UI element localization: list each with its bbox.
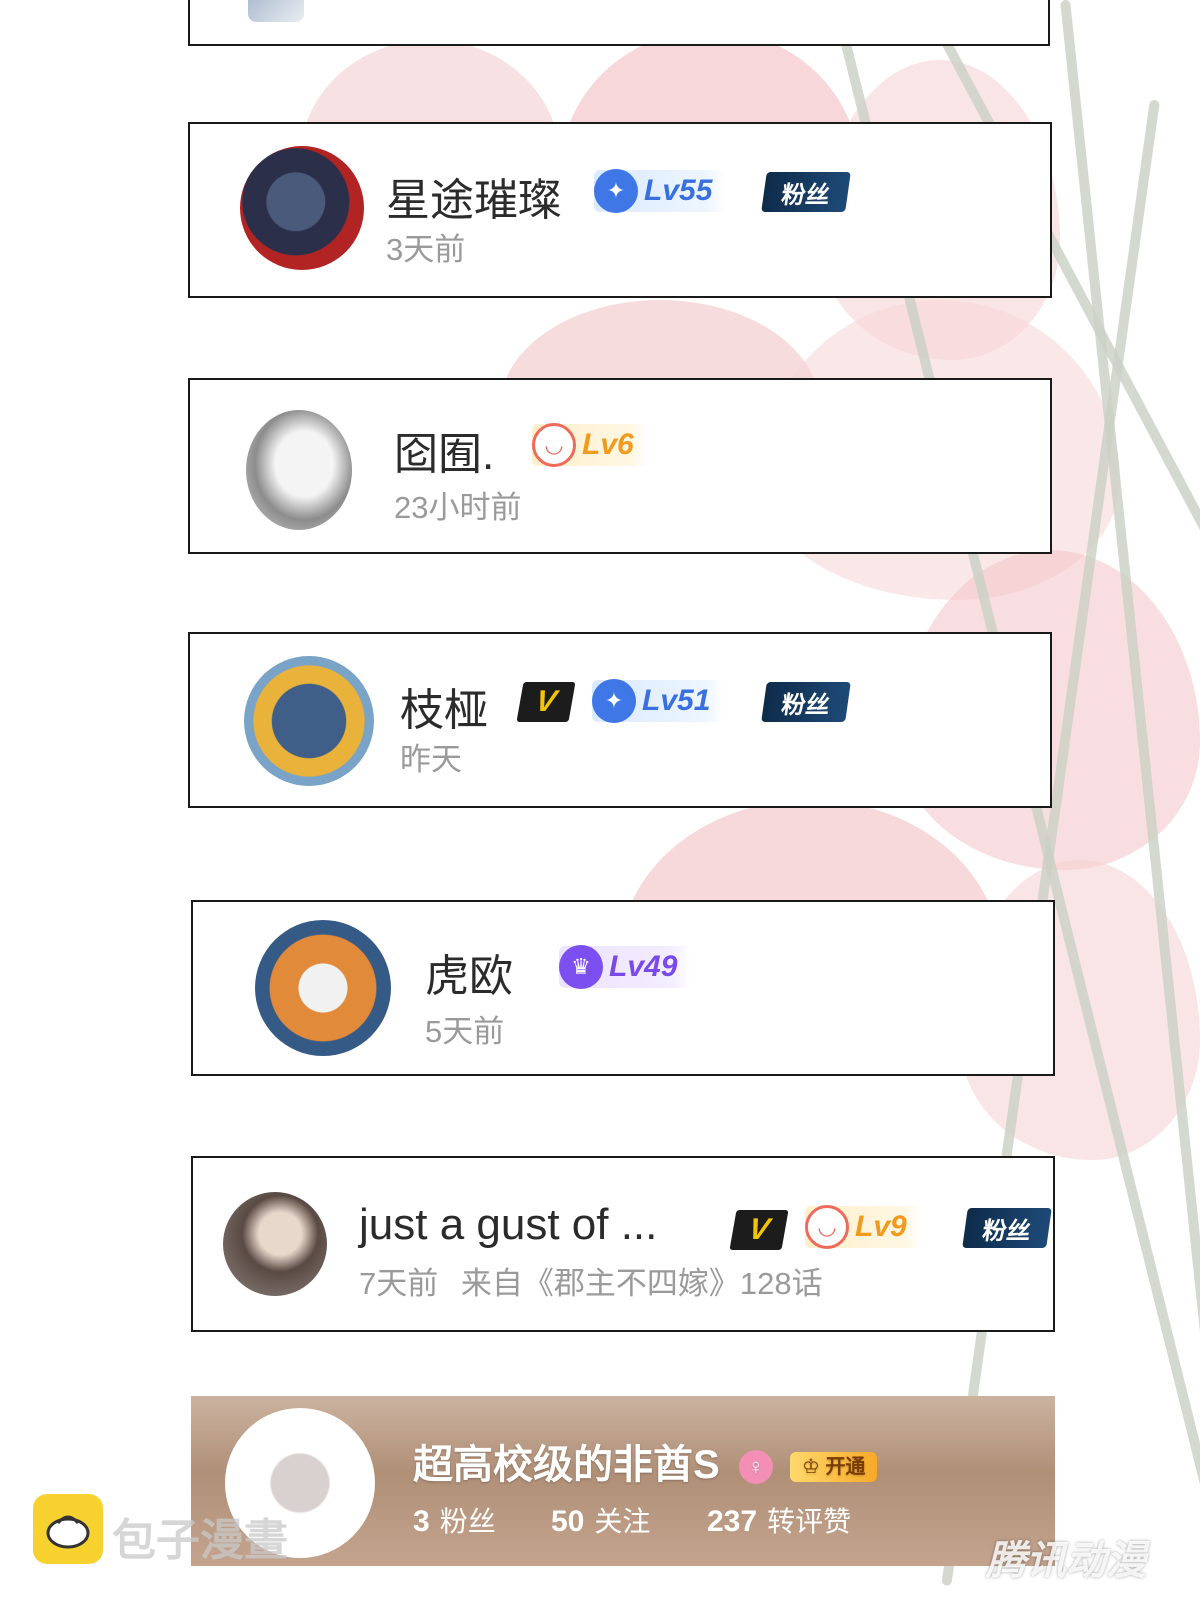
stat-interactions[interactable]: 237 转评赞 (707, 1500, 851, 1540)
brand-watermark: 腾讯动漫 (986, 1539, 1146, 1583)
comment-card[interactable]: just a gust of ... 7天前 来自《郡主不四嫁》128话 V ◡… (191, 1156, 1055, 1332)
level-badge: ◡ Lv6 (532, 423, 648, 467)
level-badge: ✦ Lv55 (594, 169, 727, 213)
level-badge: ✦ Lv51 (592, 679, 725, 723)
username[interactable]: 枝桠 (400, 674, 488, 738)
level-emblem-icon: ♛ (559, 945, 603, 989)
vip-badge: V (516, 682, 576, 722)
avatar[interactable] (240, 146, 364, 270)
comment-card[interactable]: 枝桠 昨天 V ✦ Lv51 粉丝 (188, 632, 1052, 808)
site-watermark: 包子漫畫 (112, 1516, 288, 1565)
avatar[interactable] (255, 920, 391, 1056)
timestamp-text: 7天前 (359, 1266, 439, 1301)
source-text[interactable]: 来自《郡主不四嫁》128话 (461, 1266, 823, 1301)
comment-card-partial (188, 0, 1050, 46)
username[interactable]: 虎欧 (425, 940, 513, 1004)
level-emblem-icon: ◡ (805, 1205, 849, 1249)
crown-icon: ♔ (801, 1456, 820, 1479)
timestamp: 5天前 (425, 1014, 505, 1049)
level-badge: ◡ Lv9 (805, 1205, 921, 1249)
username[interactable]: 星途璀璨 (386, 164, 562, 228)
comment-card[interactable]: 虎欧 5天前 ♛ Lv49 (191, 900, 1055, 1076)
level-badge: ♛ Lv49 (559, 945, 692, 989)
profile-username[interactable]: 超高校级的非酋S ♀ ♔ 开通 (413, 1432, 878, 1490)
level-emblem-icon: ✦ (594, 169, 638, 213)
fan-badge: 粉丝 (761, 682, 851, 722)
avatar[interactable] (248, 0, 304, 22)
bun-logo-icon (33, 1494, 103, 1564)
username[interactable]: 囵囿. (394, 418, 494, 482)
gender-female-icon: ♀ (738, 1450, 773, 1485)
comment-card[interactable]: 星途璀璨 3天前 ✦ Lv55 粉丝 (188, 122, 1052, 298)
avatar[interactable] (246, 410, 352, 530)
timestamp: 3天前 (386, 232, 466, 267)
fan-badge: 粉丝 (761, 172, 851, 212)
vip-badge: V (729, 1210, 789, 1250)
level-emblem-icon: ✦ (592, 679, 636, 723)
timestamp: 7天前 来自《郡主不四嫁》128话 (359, 1258, 823, 1303)
username[interactable]: just a gust of ... (359, 1200, 657, 1250)
profile-banner[interactable]: 超高校级的非酋S ♀ ♔ 开通 3 粉丝 50 关注 237 转评赞 (191, 1396, 1055, 1566)
fan-badge: 粉丝 (962, 1208, 1052, 1248)
timestamp: 昨天 (400, 742, 462, 777)
comment-card[interactable]: 囵囿. 23小时前 ◡ Lv6 (188, 378, 1052, 554)
level-emblem-icon: ◡ (532, 423, 576, 467)
vip-open-button[interactable]: ♔ 开通 (789, 1452, 878, 1483)
stat-following[interactable]: 50 关注 (551, 1500, 650, 1540)
avatar[interactable] (244, 656, 374, 786)
stat-fans[interactable]: 3 粉丝 (413, 1500, 496, 1540)
timestamp: 23小时前 (394, 490, 522, 525)
avatar[interactable] (223, 1192, 327, 1296)
